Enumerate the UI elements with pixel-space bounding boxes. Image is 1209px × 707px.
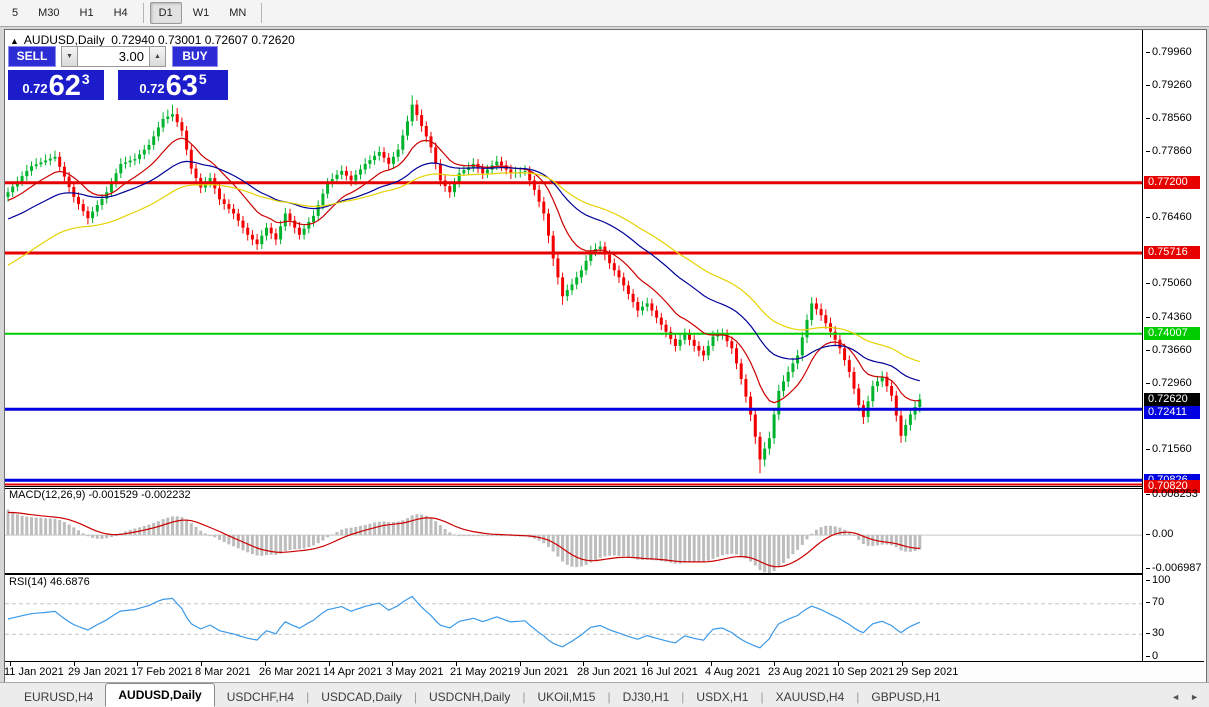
toolbar-separator	[142, 3, 144, 23]
sell-button[interactable]: SELL	[8, 46, 56, 67]
chart-tab-audusd[interactable]: AUDUSD,Daily	[105, 683, 215, 707]
toolbar-separator	[261, 3, 263, 23]
rsi-indicator-label: RSI(14) 46.6876	[9, 576, 90, 588]
chart-tab-eurusd[interactable]: EURUSD,H4	[12, 687, 105, 707]
mt4-terminal: 5 M30 H1 H4 D1 W1 MN ▲ AUDUSD,Daily 0.72940 0.7…	[0, 0, 1209, 707]
volume-increase-button[interactable]: ▲	[149, 46, 166, 67]
timeframe-button-m30[interactable]: M30	[29, 2, 68, 24]
buy-price-prefix: 0.72	[139, 81, 165, 96]
rsi-axis-label: 100	[1145, 574, 1170, 587]
time-axis-label: 8 Mar 2021	[195, 666, 251, 678]
price-axis-tick: 0.77860	[1145, 145, 1192, 158]
time-axis-label: 17 Feb 2021	[131, 666, 193, 678]
time-axis-label: 3 May 2021	[386, 666, 444, 678]
one-click-trading-panel: SELL ▼ 3.00 ▲ BUY 0.72 62 3 0.72 63 5	[8, 46, 234, 102]
chart-tab-usdcad[interactable]: USDCAD,Daily	[309, 687, 414, 707]
level-price-label: 0.74007	[1144, 327, 1200, 340]
chart-tab-ukoil[interactable]: UKOil,M15	[525, 687, 607, 707]
chart-tab-gbpusd[interactable]: GBPUSD,H1	[859, 687, 952, 707]
macd-axis-label: 0.00	[1145, 528, 1173, 541]
timeframe-button-mn[interactable]: MN	[220, 2, 255, 24]
rsi-axis-label: 70	[1145, 596, 1164, 609]
chart-symbol-period: AUDUSD,Daily	[23, 33, 105, 47]
macd-indicator-label: MACD(12,26,9) -0.001529 -0.002232	[9, 489, 191, 501]
time-axis-label: 11 Jan 2021	[4, 666, 64, 678]
scroll-tabs-left-icon[interactable]: ◄	[1171, 692, 1180, 702]
time-axis-label: 28 Jun 2021	[577, 666, 638, 678]
price-axis-tick: 0.73660	[1145, 344, 1192, 357]
time-axis-label: 29 Sep 2021	[896, 666, 959, 678]
timeframe-button-w1[interactable]: W1	[184, 2, 219, 24]
moving-average-line-1	[7, 137, 920, 404]
chart-window: ▲ AUDUSD,Daily 0.72940 0.73001 0.72607 0.…	[4, 29, 1207, 684]
volume-input[interactable]: 3.00	[78, 46, 149, 67]
buy-price-big-digits: 63	[165, 70, 198, 102]
time-axis-label: 9 Jun 2021	[514, 666, 569, 678]
price-axis[interactable]: 0.79960 0.79260 0.78560 0.77860 0.76460 0.750…	[1142, 30, 1205, 662]
time-axis-label: 23 Aug 2021	[768, 666, 830, 678]
buy-price-pip-digit: 5	[198, 71, 207, 87]
horizontal-level-lines	[5, 181, 1142, 486]
chart-ohlc-values: 0.72940 0.73001 0.72607 0.72620	[111, 33, 295, 47]
level-price-label: 0.77200	[1144, 176, 1200, 189]
time-axis-label: 16 Jul 2021	[641, 666, 698, 678]
timeframe-button-h1[interactable]: H1	[71, 2, 103, 24]
rsi-indicator-canvas[interactable]	[5, 574, 1142, 661]
time-axis-label: 29 Jan 2021	[68, 666, 129, 678]
chart-tab-usdx[interactable]: USDX,H1	[684, 687, 760, 707]
macd-axis-label: 0.008253	[1145, 488, 1198, 501]
timeframe-button-h4[interactable]: H4	[105, 2, 137, 24]
bid-price-label: 0.72620	[1144, 393, 1200, 406]
scroll-tabs-right-icon[interactable]: ►	[1190, 692, 1199, 702]
timeframe-button-d1[interactable]: D1	[149, 2, 182, 24]
candlesticks	[6, 95, 922, 474]
buy-button[interactable]: BUY	[172, 46, 218, 67]
sell-price-pip-digit: 3	[81, 71, 90, 87]
time-axis-label: 14 Apr 2021	[323, 666, 383, 678]
price-axis-tick: 0.78560	[1145, 112, 1192, 125]
price-axis-tick: 0.74360	[1145, 311, 1192, 324]
rsi-axis-label: 30	[1145, 627, 1164, 640]
chart-tab-usdcnh[interactable]: USDCNH,Daily	[417, 687, 522, 707]
time-axis-label: 10 Sep 2021	[832, 666, 895, 678]
time-axis-label: 4 Aug 2021	[705, 666, 761, 678]
sell-price-quote[interactable]: 0.72 62 3	[8, 70, 104, 102]
macd-histogram	[6, 509, 922, 573]
timeframe-button-5[interactable]: 5	[3, 2, 27, 24]
level-price-label: 0.75716	[1144, 246, 1200, 259]
price-axis-tick: 0.76460	[1145, 211, 1192, 224]
chart-tab-usdchf[interactable]: USDCHF,H4	[215, 687, 306, 707]
time-axis-label: 26 Mar 2021	[259, 666, 321, 678]
time-axis-label: 21 May 2021	[450, 666, 514, 678]
level-price-label: 0.72411	[1144, 406, 1200, 419]
price-axis-tick: 0.79260	[1145, 79, 1192, 92]
moving-average-line-2	[7, 160, 920, 382]
volume-decrease-button[interactable]: ▼	[61, 46, 78, 67]
timeframe-toolbar: 5 M30 H1 H4 D1 W1 MN	[0, 0, 1209, 27]
sell-price-prefix: 0.72	[22, 81, 48, 96]
collapse-quote-icon[interactable]: ▲	[10, 36, 19, 46]
price-axis-tick: 0.75060	[1145, 277, 1192, 290]
chart-tab-xauusd[interactable]: XAUUSD,H4	[764, 687, 857, 707]
buy-price-quote[interactable]: 0.72 63 5	[118, 70, 228, 102]
time-axis[interactable]: 11 Jan 2021 29 Jan 2021 17 Feb 2021 8 Mar 2…	[4, 661, 1204, 682]
chart-title: ▲ AUDUSD,Daily 0.72940 0.73001 0.72607 0.…	[10, 33, 295, 47]
price-axis-tick: 0.79960	[1145, 46, 1192, 59]
tab-scroll-buttons: ◄ ►	[1171, 687, 1199, 707]
price-axis-tick: 0.71560	[1145, 443, 1192, 456]
sell-price-big-digits: 62	[48, 70, 81, 102]
chart-tab-dj30[interactable]: DJ30,H1	[611, 687, 682, 707]
chart-tab-bar: EURUSD,H4 AUDUSD,Daily USDCHF,H4 | USDCAD,Da…	[0, 682, 1209, 707]
price-axis-tick: 0.72960	[1145, 377, 1192, 390]
